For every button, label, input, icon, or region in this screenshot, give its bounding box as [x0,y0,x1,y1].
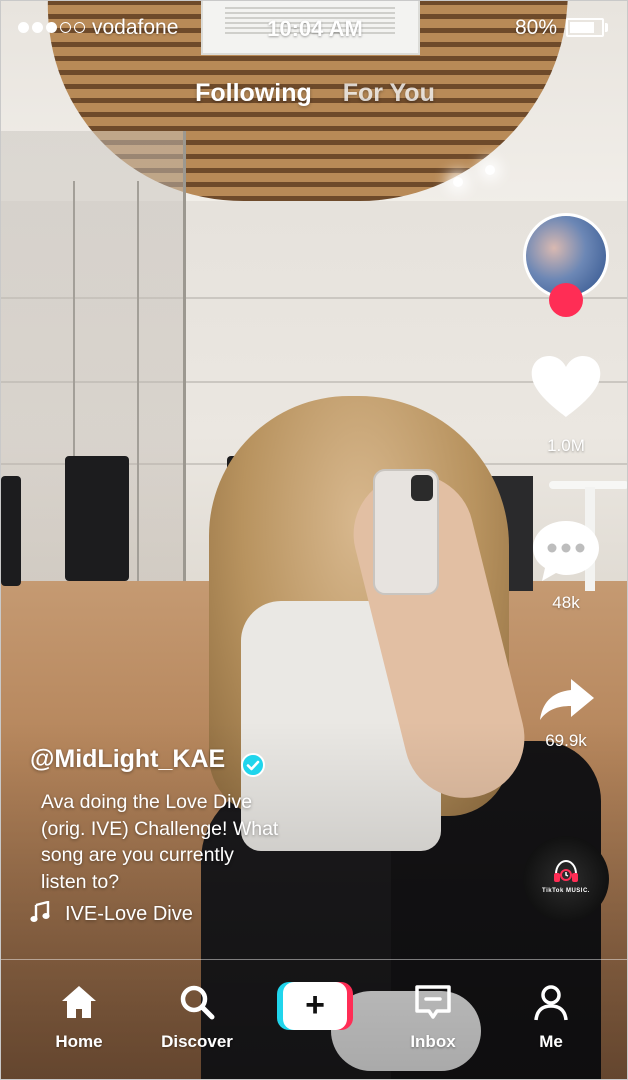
chair [65,456,129,581]
comment-bubble-icon[interactable] [532,519,600,583]
battery-percent: 80% [515,16,558,39]
share-arrow-icon[interactable] [539,677,595,721]
status-bar: vodafone 10:04 AM 80% [1,1,627,55]
battery-icon [566,18,604,37]
music-title: IVE-Love Dive [65,903,193,925]
plus-create-icon[interactable]: + [277,982,353,1030]
tiktok-feed-screen: vodafone 10:04 AM 80% Following For You … [0,0,628,1080]
plus-follow-icon[interactable] [549,283,583,317]
headphones-icon [554,859,578,882]
nav-discover-label: Discover [161,1032,233,1051]
music-disc-icon[interactable]: TikTok MUSIC. [523,836,609,922]
profile-icon [534,985,568,1021]
nav-inbox-label: Inbox [410,1032,456,1051]
search-icon [180,985,215,1020]
like-count: 1.0M [547,436,585,455]
creator-username[interactable]: @MidLight_KAE [30,745,225,774]
tab-following[interactable]: Following [195,79,312,108]
nav-me-label: Me [539,1032,563,1051]
post-caption[interactable]: Ava doing the Love Dive (orig. IVE) Chal… [41,789,341,895]
chair [1,476,21,586]
nav-home-label: Home [55,1032,103,1051]
caption-line: (orig. IVE) Challenge! What [41,817,279,840]
comment-count: 48k [552,593,580,612]
caption-line: listen to? [41,870,120,893]
inbox-icon [415,985,451,1019]
music-note-icon [30,900,50,922]
feed-tabs: Following For You [1,79,627,108]
ceiling-light [485,165,495,175]
share-count: 69.9k [545,731,587,750]
ceiling-light [453,177,463,187]
music-track-row[interactable]: IVE-Love Dive [30,900,193,929]
tab-for-you[interactable]: For You [343,79,435,108]
home-icon [62,986,96,1018]
caption-line: Ava doing the Love Dive [41,791,253,813]
verified-check-icon [241,753,265,777]
bottom-nav: Home Discover + Inbox Me [1,959,627,1079]
caption-line: song are you currently [41,844,234,866]
music-disc-label: TikTok MUSIC. [542,888,590,894]
heart-icon[interactable] [530,355,602,419]
